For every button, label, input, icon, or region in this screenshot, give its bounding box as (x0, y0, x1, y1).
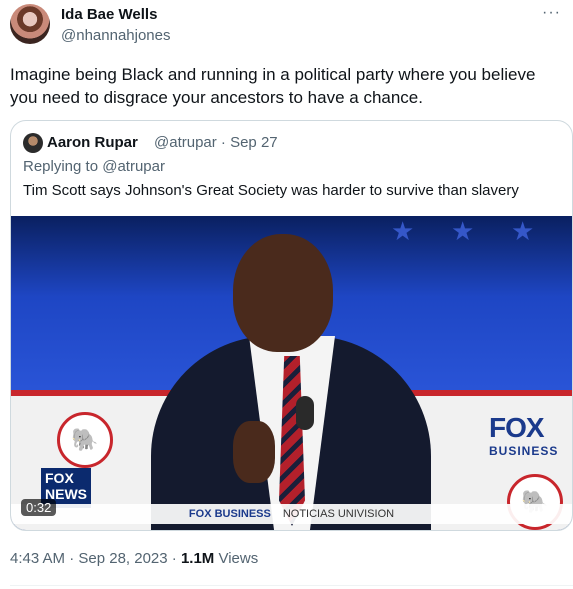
speaker-head (233, 234, 333, 352)
replying-to-label: Replying to @atrupar (23, 158, 165, 175)
quoted-author-avatar (23, 133, 43, 153)
quoted-author-meta: @atrupar · Sep 27 (154, 134, 278, 151)
quoted-tweet[interactable]: Aaron Rupar @atrupar · Sep 27 Replying t… (10, 120, 573, 531)
tweet-text: Imagine being Black and running in a pol… (10, 65, 536, 107)
ticker-fox-business: FOX BUSINESS (188, 508, 271, 520)
quoted-author-name: Aaron Rupar (47, 134, 138, 151)
more-options-icon[interactable]: ··· (542, 4, 561, 22)
views-label: Views (214, 550, 259, 567)
author-avatar[interactable] (10, 4, 50, 44)
star-icon: ★ (451, 216, 475, 246)
speaker-hand (233, 421, 275, 483)
views-count: 1.1M (180, 550, 215, 567)
video-player[interactable]: ★ ★ ★ 🐘 🐘 FOX BUSINESS FOX NEWS FOX BUSI… (11, 216, 572, 530)
ticker-univision: NOTICIAS UNIVISION (282, 508, 395, 520)
author-display-name[interactable]: Ida Bae Wells (61, 6, 157, 23)
fox-brand-sub: BUSINESS (489, 444, 559, 458)
gop-seal-icon: 🐘 (57, 412, 113, 468)
divider (10, 585, 573, 586)
video-timestamp: 0:32 (21, 499, 57, 516)
star-icon: ★ (511, 216, 535, 246)
video-ticker: FOX BUSINESS NOTICIAS UNIVISION (11, 504, 572, 524)
tweet-meta: 4:43 AM · Sep 28, 2023 · 1.1M Views (10, 550, 258, 567)
fox-brand-logo: FOX (489, 412, 545, 443)
star-icon: ★ (391, 216, 415, 246)
tweet-time[interactable]: 4:43 AM · Sep 28, 2023 · (10, 550, 181, 567)
network-bug-text: FOX NEWS (45, 470, 87, 502)
quoted-tweet-text: Tim Scott says Johnson's Great Society w… (23, 182, 519, 199)
author-handle[interactable]: @nhannahjones (61, 27, 170, 44)
microphone-icon (296, 396, 314, 430)
